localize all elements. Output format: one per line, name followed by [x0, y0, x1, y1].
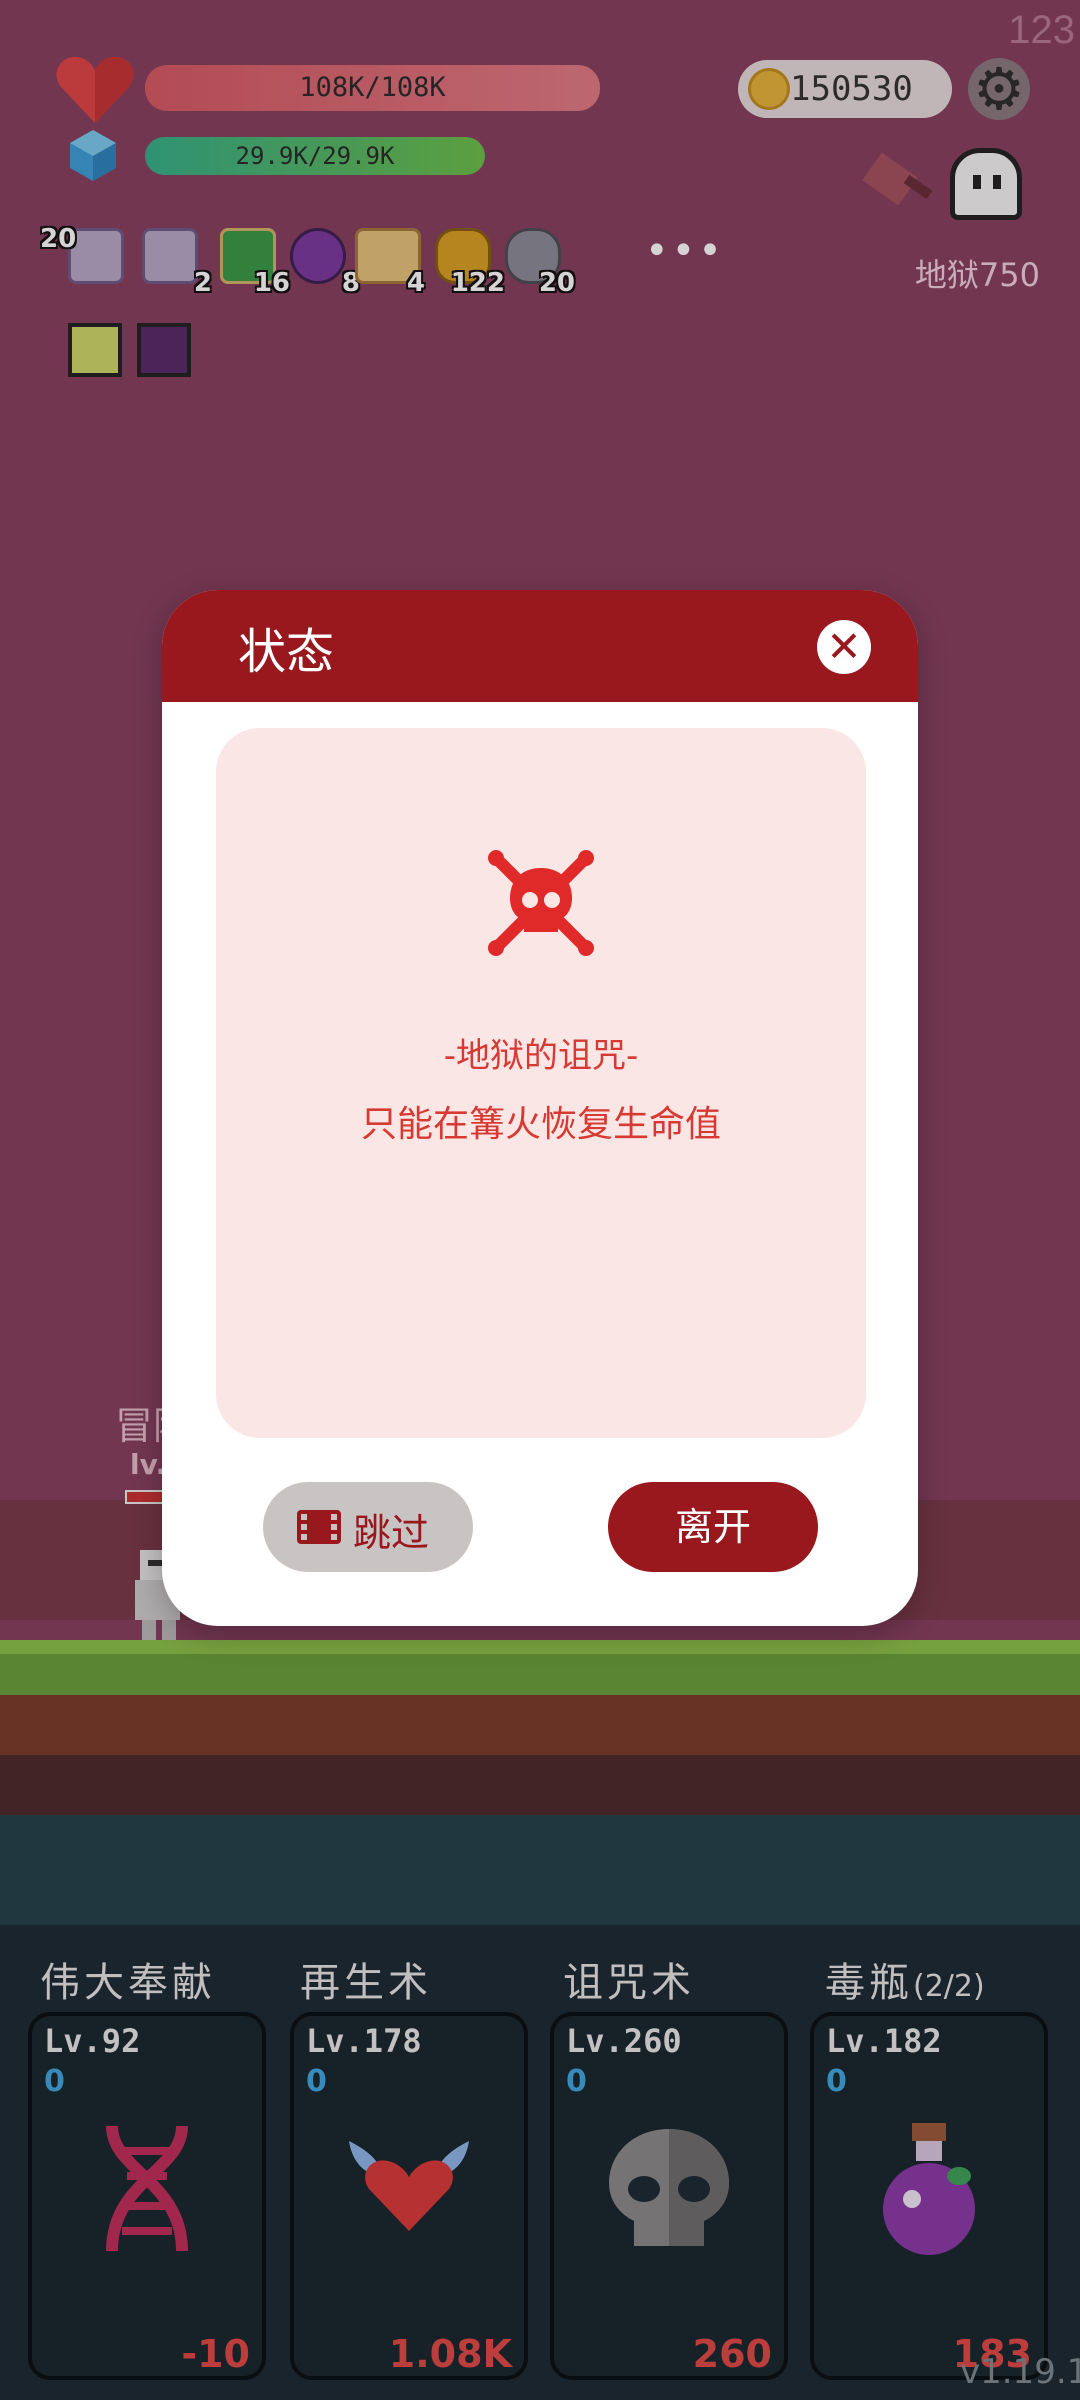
water-strip	[0, 1815, 1080, 1925]
dna-icon	[106, 2125, 188, 2252]
purple-potion-icon	[290, 228, 346, 284]
coin-icon	[748, 68, 790, 110]
corner-number: 123	[1008, 8, 1075, 52]
ghost-icon[interactable]	[950, 148, 1022, 220]
inventory-item[interactable]: 2	[142, 228, 212, 298]
inventory-item[interactable]: 20	[40, 224, 130, 290]
status-info-box: -地狱的诅咒- 只能在篝火恢复生命值	[216, 728, 866, 1438]
skill-card-great-devotion[interactable]: Lv.92 0 -10	[28, 2012, 266, 2380]
version-label: v1.19.1	[960, 2352, 1080, 2392]
hp-bar: 108K/108K	[145, 65, 600, 111]
inventory-item[interactable]: 122	[435, 228, 505, 298]
skill-name: 伟大奉献	[40, 1960, 216, 2006]
skill-card-poison-bottle[interactable]: Lv.182 0 183	[810, 2012, 1048, 2380]
dialog-title: 状态	[238, 624, 335, 680]
close-icon[interactable]: ✕	[817, 620, 871, 674]
scroll-ribbon-icon	[68, 228, 124, 284]
inventory-item[interactable]: 16	[220, 228, 290, 298]
ground-dirt	[0, 1695, 1080, 1815]
film-icon	[297, 1510, 341, 1544]
mp-bar: 29.9K/29.9K	[145, 137, 485, 175]
mana-gem-icon	[70, 130, 116, 181]
leave-button[interactable]: 离开	[608, 1482, 818, 1572]
settings-gear-icon[interactable]: ⚙	[968, 58, 1030, 120]
skill-card-curse[interactable]: Lv.260 0 260	[550, 2012, 788, 2380]
status-dialog: 状态 ✕ -地狱的诅咒- 只能在篝火恢复生命值 跳过 离开	[162, 590, 918, 1626]
inventory-item[interactable]: 4	[355, 228, 425, 298]
inventory-item[interactable]: 8	[290, 228, 360, 298]
skull-crossbones-icon	[488, 850, 594, 956]
curse-description: 只能在篝火恢复生命值	[361, 1104, 722, 1145]
shadow-buff-icon[interactable]	[137, 323, 191, 377]
skill-name: 毒瓶(2/2)	[825, 1960, 985, 2006]
winged-heart-icon	[349, 2141, 469, 2231]
more-items-icon[interactable]: •••	[645, 228, 722, 274]
skill-name: 诅咒术	[563, 1960, 695, 2006]
curse-title: -地狱的诅咒-	[443, 1036, 639, 1076]
skill-name: 再生术	[300, 1960, 432, 2006]
skip-label: 跳过	[353, 1511, 430, 1555]
skill-card-regeneration[interactable]: Lv.178 0 1.08K	[290, 2012, 528, 2380]
cleaver-icon[interactable]	[860, 148, 940, 218]
scroll-ribbon-icon	[142, 228, 198, 284]
skull-icon	[609, 2129, 729, 2246]
hell-level-label: 地狱750	[914, 256, 1040, 294]
heart-icon	[56, 56, 134, 124]
ground-grass	[0, 1640, 1080, 1695]
light-buff-icon[interactable]	[68, 323, 122, 377]
inventory-item[interactable]: 20	[505, 228, 575, 298]
skip-button[interactable]: 跳过	[263, 1482, 473, 1572]
dialog-header: 状态 ✕	[162, 590, 918, 702]
coin-amount: 150530	[790, 69, 913, 109]
character-level: lv.	[130, 1448, 167, 1481]
poison-bottle-icon	[883, 2123, 975, 2255]
